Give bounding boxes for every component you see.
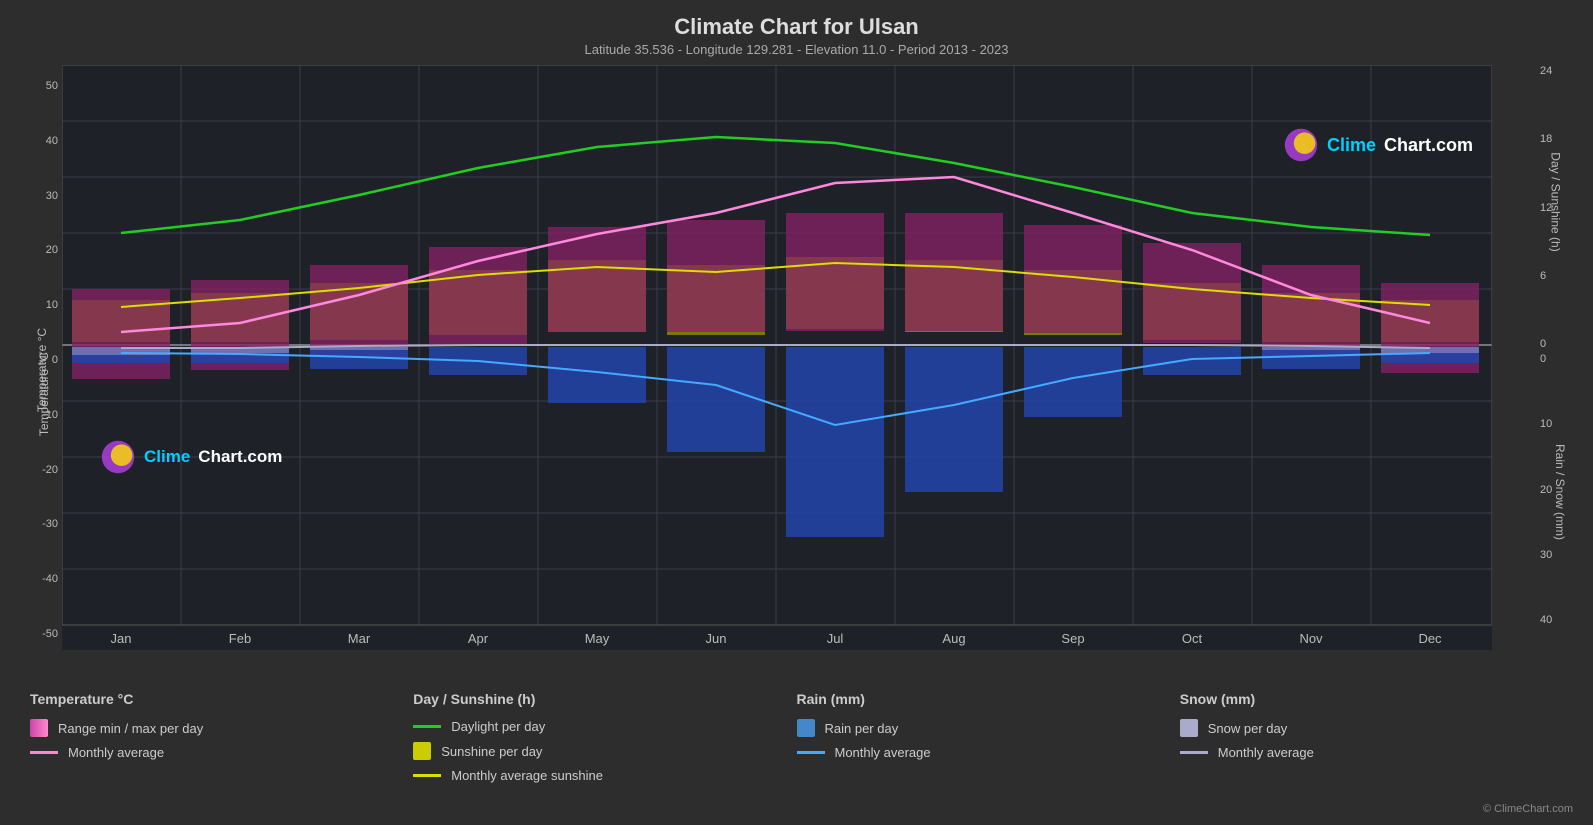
sunshine-bar-swatch	[413, 742, 431, 760]
y-axis-right-bottom-label: Rain / Snow (mm)	[1553, 444, 1567, 540]
legend-heading-temperature: Temperature °C	[30, 691, 413, 707]
y-axis-right-top-label: Day / Sunshine (h)	[1548, 152, 1562, 251]
temp-avg-swatch	[30, 751, 58, 754]
legend-item-snow-avg: Monthly average	[1180, 745, 1563, 760]
legend-col-snow: Snow (mm) Snow per day Monthly average	[1180, 691, 1563, 783]
svg-text:Oct: Oct	[1182, 631, 1203, 646]
main-title: Climate Chart for Ulsan	[0, 14, 1593, 40]
title-area: Climate Chart for Ulsan Latitude 35.536 …	[0, 0, 1593, 57]
svg-text:Jul: Jul	[827, 631, 844, 646]
legend-item-snow-bar: Snow per day	[1180, 719, 1563, 737]
svg-text:Feb: Feb	[229, 631, 251, 646]
svg-text:Sep: Sep	[1061, 631, 1084, 646]
legend-heading-sunshine: Day / Sunshine (h)	[413, 691, 796, 707]
svg-text:Jun: Jun	[706, 631, 727, 646]
logo-watermark-bottom: ClimeChart.com	[100, 439, 282, 475]
svg-text:Jan: Jan	[111, 631, 132, 646]
legend-item-daylight: Daylight per day	[413, 719, 796, 734]
logo-watermark-top: ClimeChart.com	[1283, 127, 1473, 163]
svg-text:Aug: Aug	[942, 631, 965, 646]
page-wrapper: Climate Chart for Ulsan Latitude 35.536 …	[0, 0, 1593, 825]
legend-heading-snow: Snow (mm)	[1180, 691, 1563, 707]
snow-bar-swatch	[1180, 719, 1198, 737]
legend-item-temp-range: Range min / max per day	[30, 719, 413, 737]
subtitle: Latitude 35.536 - Longitude 129.281 - El…	[0, 42, 1593, 57]
legend-item-rain-avg: Monthly average	[797, 745, 1180, 760]
legend-item-sunshine-avg: Monthly average sunshine	[413, 768, 796, 783]
temp-range-swatch	[30, 719, 48, 737]
legend-col-rain: Rain (mm) Rain per day Monthly average	[797, 691, 1180, 783]
main-chart-svg: Jan Feb Mar Apr May Jun Jul Aug Sep Oct …	[62, 65, 1492, 650]
rain-bar-swatch	[797, 719, 815, 737]
legend-col-sunshine: Day / Sunshine (h) Daylight per day Suns…	[413, 691, 796, 783]
svg-text:Nov: Nov	[1299, 631, 1323, 646]
y-axis-left-label: Temperature °C	[37, 352, 51, 436]
legend-item-temp-avg: Monthly average	[30, 745, 413, 760]
legend-heading-rain: Rain (mm)	[797, 691, 1180, 707]
svg-text:Apr: Apr	[468, 631, 489, 646]
legend-item-rain-bar: Rain per day	[797, 719, 1180, 737]
snow-avg-swatch	[1180, 751, 1208, 754]
daylight-swatch	[413, 725, 441, 728]
copyright: © ClimeChart.com	[1483, 803, 1573, 815]
legend-item-sunshine-bar: Sunshine per day	[413, 742, 796, 760]
svg-text:May: May	[585, 631, 610, 646]
sunshine-avg-swatch	[413, 774, 441, 777]
legend-area: Temperature °C Range min / max per day M…	[0, 679, 1593, 783]
legend-col-temperature: Temperature °C Range min / max per day M…	[30, 691, 413, 783]
svg-text:Dec: Dec	[1418, 631, 1442, 646]
rain-avg-swatch	[797, 751, 825, 754]
svg-text:Mar: Mar	[348, 631, 371, 646]
